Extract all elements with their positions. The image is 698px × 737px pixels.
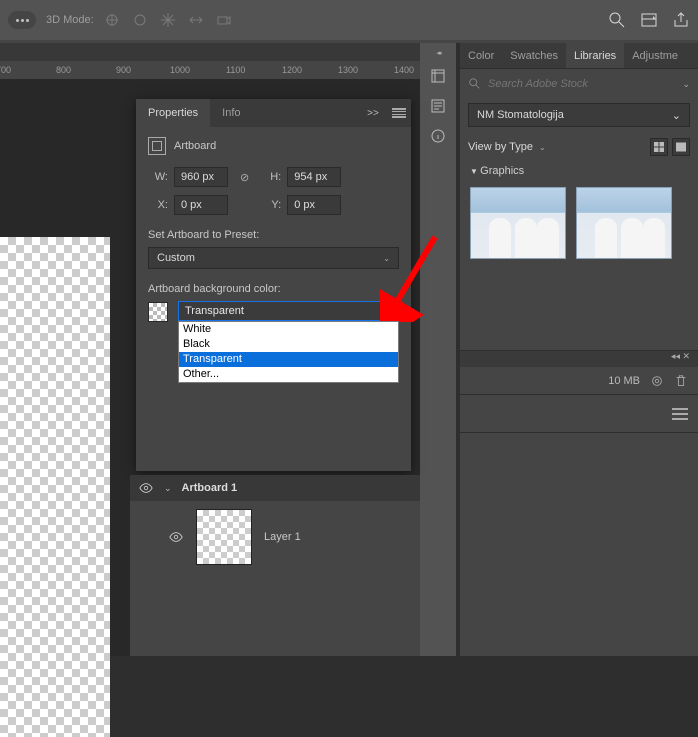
view-by-type-button[interactable]: View by Type	[468, 141, 533, 153]
slide-icon[interactable]	[188, 12, 204, 28]
pan-icon[interactable]	[160, 12, 176, 28]
orbit-icon[interactable]	[104, 12, 120, 28]
panel-menu-button[interactable]	[387, 99, 411, 127]
chevron-down-icon: ⌄	[385, 307, 392, 316]
collapse-toggle-icon[interactable]: ⌄	[164, 483, 172, 494]
search-dropdown-chevron[interactable]: ⌄	[682, 79, 690, 90]
artboard-type-label: Artboard	[174, 140, 216, 152]
library-item[interactable]	[576, 187, 672, 259]
arrange-icon[interactable]	[640, 11, 658, 29]
chevron-down-icon: ⌄	[383, 254, 390, 263]
library-select-value: NM Stomatologija	[477, 109, 564, 121]
chevron-down-icon: ⌄	[672, 109, 681, 122]
doc-tab-strip	[0, 43, 420, 61]
x-label: X:	[148, 199, 168, 211]
expand-dock-button[interactable]	[424, 49, 452, 57]
bg-color-dropdown: White Black Transparent Other...	[178, 321, 399, 383]
tab-color[interactable]: Color	[460, 43, 502, 68]
collapsed-panel-column	[420, 43, 456, 147]
3d-tool-icons	[104, 12, 232, 28]
visibility-toggle[interactable]	[168, 529, 184, 545]
layer-row[interactable]: Layer 1	[130, 501, 420, 573]
right-panel-tabs: Color Swatches Libraries Adjustme	[460, 43, 698, 69]
bg-option-black[interactable]: Black	[179, 337, 398, 352]
preset-section-label: Set Artboard to Preset:	[148, 229, 399, 241]
link-dimensions-icon[interactable]: ⊘	[240, 171, 249, 184]
layers-panel-section: ⌄ Artboard 1 Layer 1	[130, 475, 420, 656]
more-menu-button[interactable]	[8, 11, 36, 29]
tab-adjustments[interactable]: Adjustme	[624, 43, 686, 68]
artboard-name-label: Artboard 1	[182, 482, 238, 494]
artboard-icon	[148, 137, 166, 155]
bg-option-other[interactable]: Other...	[179, 367, 398, 382]
roll-icon[interactable]	[132, 12, 148, 28]
cloud-icon[interactable]	[650, 374, 664, 388]
bg-color-select[interactable]: Transparent ⌄	[178, 301, 399, 321]
bg-option-transparent[interactable]: Transparent	[179, 352, 398, 367]
properties-panel: Properties Info >> Artboard W: ⊘ H: X: ⊘…	[136, 99, 411, 471]
library-status-row: 10 MB	[460, 367, 698, 395]
artboard-layer-row[interactable]: ⌄ Artboard 1	[130, 475, 420, 501]
3d-mode-label: 3D Mode:	[46, 14, 94, 26]
app-topbar: 3D Mode:	[0, 0, 698, 40]
bg-color-swatch[interactable]	[148, 302, 168, 322]
height-input[interactable]	[287, 167, 341, 187]
library-view-row: View by Type ⌄	[460, 135, 698, 159]
tab-swatches[interactable]: Swatches	[502, 43, 566, 68]
panel-collapse-row[interactable]: ◂◂ ✕	[460, 351, 698, 367]
trash-icon[interactable]	[674, 374, 688, 388]
visibility-toggle[interactable]	[138, 480, 154, 496]
width-label: W:	[148, 171, 168, 183]
width-input[interactable]	[174, 167, 228, 187]
tab-info[interactable]: Info	[210, 99, 252, 127]
search-icon[interactable]	[608, 11, 626, 29]
tab-properties[interactable]: Properties	[136, 99, 210, 127]
bg-color-section-label: Artboard background color:	[148, 283, 399, 295]
stock-search-input[interactable]	[488, 78, 676, 90]
y-input[interactable]	[287, 195, 341, 215]
graphics-section-header[interactable]: Graphics	[460, 159, 698, 183]
view-grid-button[interactable]	[650, 138, 668, 156]
layer-name-label: Layer 1	[264, 531, 301, 543]
view-list-button[interactable]	[672, 138, 690, 156]
library-thumbnails	[460, 183, 698, 263]
horizontal-ruler: 700 800 900 1000 1100 1200 1300 1400	[0, 61, 420, 79]
lower-right-panel: ◂◂ ✕ 10 MB	[460, 350, 698, 656]
library-item[interactable]	[470, 187, 566, 259]
bg-color-select-value: Transparent	[185, 305, 244, 317]
y-label: Y:	[261, 199, 281, 211]
panel-menu-icon[interactable]	[672, 408, 688, 420]
stock-search-row: ⌄	[460, 69, 698, 99]
height-label: H:	[261, 171, 281, 183]
chevron-down-icon[interactable]: ⌄	[539, 143, 546, 152]
tab-libraries[interactable]: Libraries	[566, 43, 624, 68]
storage-label: 10 MB	[608, 375, 640, 387]
preset-select-value: Custom	[157, 252, 195, 264]
x-input[interactable]	[174, 195, 228, 215]
history-panel-icon[interactable]	[427, 65, 449, 87]
camera-icon[interactable]	[216, 12, 232, 28]
paragraph-panel-icon[interactable]	[427, 95, 449, 117]
preset-select[interactable]: Custom ⌄	[148, 247, 399, 269]
layer-thumbnail[interactable]	[196, 509, 252, 565]
info-panel-icon[interactable]	[427, 125, 449, 147]
bg-option-white[interactable]: White	[179, 322, 398, 337]
search-icon	[468, 77, 482, 91]
library-select[interactable]: NM Stomatologija ⌄	[468, 103, 690, 127]
lower-panel-body	[460, 395, 698, 433]
share-icon[interactable]	[672, 11, 690, 29]
artboard-canvas[interactable]	[0, 237, 110, 737]
panel-expand-button[interactable]: >>	[359, 99, 387, 127]
